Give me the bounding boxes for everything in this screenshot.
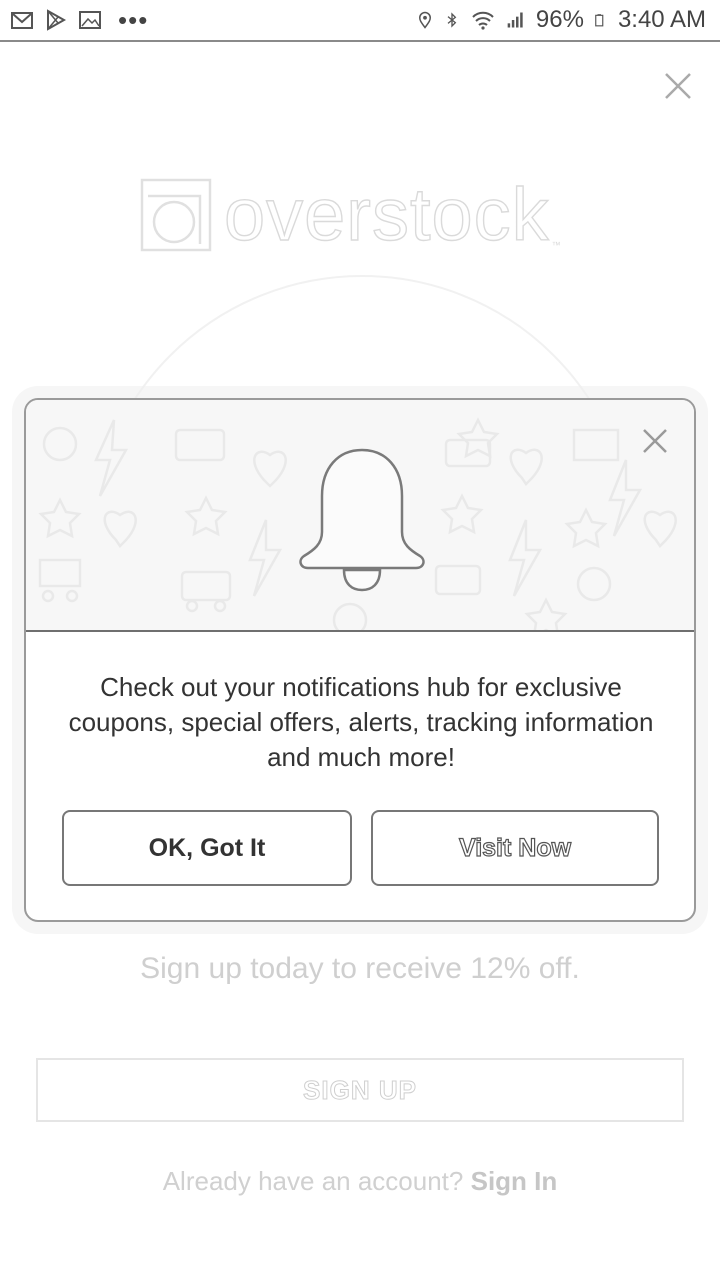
status-bar: ••• 96% 3:40 AM	[0, 0, 720, 42]
account-prompt: Already have an account? Sign In	[0, 1166, 720, 1197]
gmail-icon	[11, 12, 33, 29]
clock: 3:40 AM	[617, 6, 706, 33]
trademark-mark: ™	[551, 240, 561, 250]
overstock-logo: overstock ™	[140, 173, 561, 256]
battery-percentage: 96%	[535, 6, 584, 33]
sign-in-link[interactable]: Sign In	[471, 1166, 558, 1196]
status-bar-right: 96% 3:40 AM	[416, 6, 706, 34]
visit-now-button[interactable]: Visit Now	[371, 810, 659, 886]
brand-name: overstock	[223, 173, 550, 256]
ok-got-it-button[interactable]: OK, Got It	[62, 810, 352, 886]
offer-text: Sign up today to receive 12% off.	[140, 952, 580, 985]
signal-icon	[507, 12, 523, 28]
status-bar-left: •••	[10, 7, 148, 33]
more-notifications-icon: •••	[118, 5, 149, 35]
wifi-icon	[472, 11, 494, 30]
close-icon[interactable]	[662, 70, 694, 102]
gallery-icon	[79, 11, 101, 29]
bluetooth-icon	[447, 12, 457, 28]
close-icon[interactable]	[640, 426, 670, 456]
play-store-icon	[47, 9, 67, 31]
notification-dialog: Check out your notifications hub for exc…	[24, 398, 696, 922]
location-icon	[418, 11, 431, 29]
dialog-message: Check out your notifications hub for exc…	[68, 672, 654, 772]
dialog-hero	[26, 400, 694, 632]
overstock-logo-mark	[140, 178, 212, 252]
bell-icon	[299, 448, 425, 592]
sign-up-button[interactable]: SIGN UP	[36, 1058, 684, 1122]
account-prompt-text: Already have an account?	[162, 1166, 464, 1196]
battery-icon	[595, 14, 604, 27]
